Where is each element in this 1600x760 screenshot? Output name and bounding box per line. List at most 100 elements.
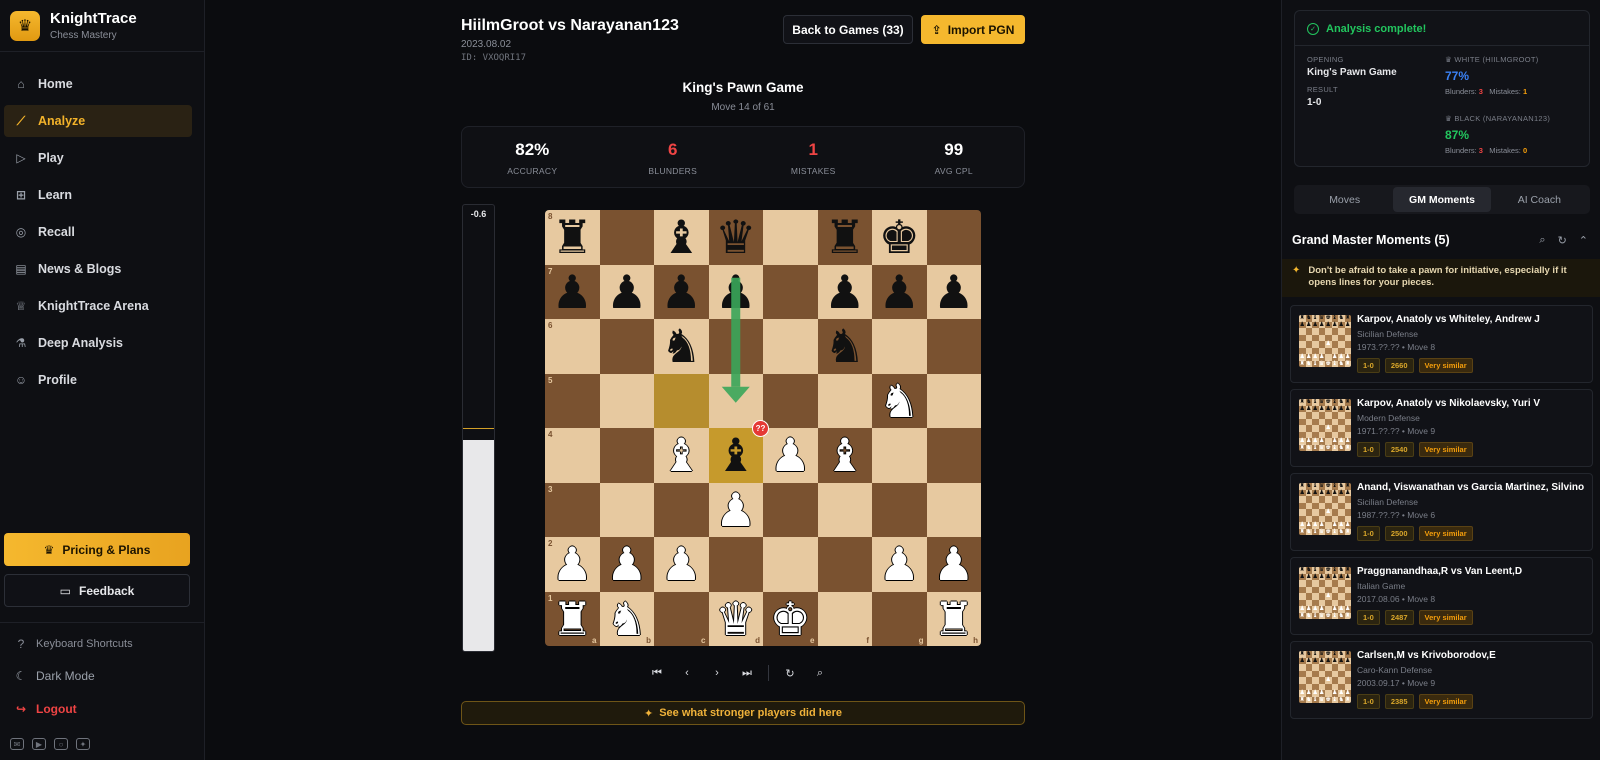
square-h7[interactable]: ♟ xyxy=(926,264,981,319)
square-c7[interactable]: ♟ xyxy=(654,264,709,319)
square-a5[interactable]: 5 xyxy=(545,373,600,428)
black-knight[interactable]: ♞ xyxy=(661,323,702,369)
square-c1[interactable]: c xyxy=(654,591,709,646)
square-c8[interactable]: ♝ xyxy=(654,210,709,265)
square-a7[interactable]: 7 ♟ xyxy=(545,264,600,319)
black-knight[interactable]: ♞ xyxy=(824,323,865,369)
black-pawn[interactable]: ♟ xyxy=(933,269,974,315)
square-e2[interactable] xyxy=(763,537,818,592)
black-queen[interactable]: ♛ xyxy=(715,214,756,260)
square-g5[interactable]: ♞ xyxy=(872,373,927,428)
square-h4[interactable] xyxy=(926,428,981,483)
square-g4[interactable] xyxy=(872,428,927,483)
square-c3[interactable] xyxy=(654,482,709,537)
white-pawn[interactable]: ♟ xyxy=(933,541,974,587)
white-bishop[interactable]: ♝ xyxy=(661,432,702,478)
import-pgn-button[interactable]: ⇪ Import PGN xyxy=(921,15,1025,44)
square-d6[interactable] xyxy=(708,319,763,374)
gm-game-card[interactable]: ♜ ♞ ♝ ♛ ♚ ♝ ♞ ♜ ♟ ♟ ♟ ♟ ♟ ♟ ♟ ♟ ♟ ♟ ♟ ♟ ♟ ♟ ♟ ♟ ♜ ♞ ♝ ♛ ♚ ♝ ♞ ♜ Karpov, … xyxy=(1290,389,1593,467)
square-b7[interactable]: ♟ xyxy=(599,264,654,319)
chat-icon[interactable]: ○ xyxy=(54,738,68,750)
white-rook[interactable]: ♜ xyxy=(552,596,593,642)
white-pawn[interactable]: ♟ xyxy=(661,541,702,587)
gm-game-card[interactable]: ♜ ♞ ♝ ♛ ♚ ♝ ♞ ♜ ♟ ♟ ♟ ♟ ♟ ♟ ♟ ♟ ♟ ♟ ♟ ♟ ♟ ♟ ♟ ♟ ♜ ♞ ♝ ♛ ♚ ♝ ♞ ♜ Anand, V… xyxy=(1290,473,1593,551)
keyboard-shortcuts-link[interactable]: ? Keyboard Shortcuts xyxy=(14,637,133,651)
black-bishop[interactable]: ♝ xyxy=(661,214,702,260)
black-bishop[interactable]: ♝ xyxy=(715,432,756,478)
chevron-up-icon[interactable]: ⌃ xyxy=(1579,234,1588,247)
search-icon[interactable]: ⌕ xyxy=(811,664,829,682)
square-f2[interactable] xyxy=(817,537,872,592)
square-b6[interactable] xyxy=(599,319,654,374)
square-e8[interactable] xyxy=(763,210,818,265)
square-h5[interactable] xyxy=(926,373,981,428)
tab-moves[interactable]: Moves xyxy=(1296,187,1393,212)
white-knight[interactable]: ♞ xyxy=(879,378,920,424)
square-c5[interactable] xyxy=(654,373,709,428)
black-pawn[interactable]: ♟ xyxy=(661,269,702,315)
square-d2[interactable] xyxy=(708,537,763,592)
square-d3[interactable]: ♟ xyxy=(708,482,763,537)
black-pawn[interactable]: ♟ xyxy=(824,269,865,315)
square-d8[interactable]: ♛ xyxy=(708,210,763,265)
sidebar-item-recall[interactable]: ◎ Recall xyxy=(4,216,192,248)
square-f8[interactable]: ♜ xyxy=(817,210,872,265)
sidebar-item-learn[interactable]: ⊞ Learn xyxy=(4,179,192,211)
square-b3[interactable] xyxy=(599,482,654,537)
square-c6[interactable]: ♞ xyxy=(654,319,709,374)
square-a2[interactable]: 2 ♟ xyxy=(545,537,600,592)
first-move-icon[interactable]: ⏮ xyxy=(648,664,666,682)
tab-gm-moments[interactable]: GM Moments xyxy=(1393,187,1491,212)
black-rook[interactable]: ♜ xyxy=(552,214,593,260)
square-g3[interactable] xyxy=(872,482,927,537)
dark-mode-toggle[interactable]: ☾ Dark Mode xyxy=(14,669,95,683)
brand[interactable]: ♛ KnightTrace Chess Mastery xyxy=(0,0,204,52)
square-e5[interactable] xyxy=(763,373,818,428)
square-g8[interactable]: ♚ xyxy=(872,210,927,265)
sidebar-item-play[interactable]: ▷ Play xyxy=(4,142,192,174)
square-e4[interactable]: ♟ xyxy=(763,428,818,483)
square-a8[interactable]: 8 ♜ xyxy=(545,210,600,265)
square-g6[interactable] xyxy=(872,319,927,374)
square-d7[interactable]: ♟ xyxy=(708,264,763,319)
square-f7[interactable]: ♟ xyxy=(817,264,872,319)
prev-move-icon[interactable]: ‹ xyxy=(678,664,696,682)
white-pawn[interactable]: ♟ xyxy=(606,541,647,587)
square-f4[interactable]: ♝ xyxy=(817,428,872,483)
white-king[interactable]: ♚ xyxy=(770,596,811,642)
sidebar-item-knighttrace-arena[interactable]: ♕ KnightTrace Arena xyxy=(4,290,192,322)
square-d5[interactable] xyxy=(708,373,763,428)
square-c2[interactable]: ♟ xyxy=(654,537,709,592)
white-pawn[interactable]: ♟ xyxy=(770,432,811,478)
black-king[interactable]: ♚ xyxy=(879,214,920,260)
square-e6[interactable] xyxy=(763,319,818,374)
square-b4[interactable] xyxy=(599,428,654,483)
white-bishop[interactable]: ♝ xyxy=(824,432,865,478)
square-d4[interactable]: ♝ xyxy=(708,428,763,483)
feedback-button[interactable]: ▭ Feedback xyxy=(4,574,190,607)
sidebar-item-analyze[interactable]: ⟋ Analyze xyxy=(4,105,192,137)
square-f5[interactable] xyxy=(817,373,872,428)
square-f6[interactable]: ♞ xyxy=(817,319,872,374)
square-b5[interactable] xyxy=(599,373,654,428)
black-pawn[interactable]: ♟ xyxy=(879,269,920,315)
square-g1[interactable]: g xyxy=(872,591,927,646)
pricing-button[interactable]: ♛ Pricing & Plans xyxy=(4,533,190,566)
white-pawn[interactable]: ♟ xyxy=(715,487,756,533)
square-a1[interactable]: 1 a ♜ xyxy=(545,591,600,646)
sidebar-item-home[interactable]: ⌂ Home xyxy=(4,68,192,100)
white-rook[interactable]: ♜ xyxy=(933,596,974,642)
square-h6[interactable] xyxy=(926,319,981,374)
square-a4[interactable]: 4 xyxy=(545,428,600,483)
refresh-icon[interactable]: ↻ xyxy=(1558,234,1567,247)
youtube-icon[interactable]: ▶ xyxy=(32,738,46,750)
tab-ai-coach[interactable]: AI Coach xyxy=(1491,187,1588,212)
back-to-games-button[interactable]: Back to Games (33) xyxy=(783,15,913,44)
logout-button[interactable]: ↪ Logout xyxy=(14,702,77,716)
mail-icon[interactable]: ✉ xyxy=(10,738,24,750)
square-h2[interactable]: ♟ xyxy=(926,537,981,592)
square-h3[interactable] xyxy=(926,482,981,537)
black-rook[interactable]: ♜ xyxy=(824,214,865,260)
square-d1[interactable]: d ♛ xyxy=(708,591,763,646)
square-e7[interactable] xyxy=(763,264,818,319)
